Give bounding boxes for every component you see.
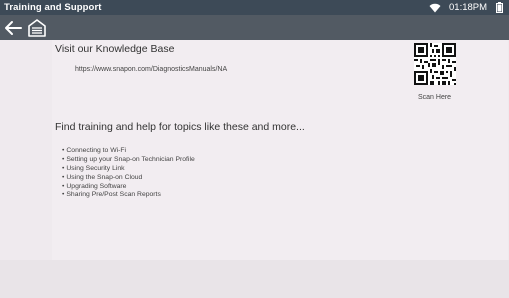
topic-list: Connecting to Wi-Fi Setting up your Snap… [62, 147, 195, 200]
topic-item: Using the Snap-on Cloud [62, 174, 195, 183]
topic-item: Sharing Pre/Post Scan Reports [62, 191, 195, 200]
toolbar [0, 15, 509, 40]
battery-icon [496, 2, 503, 13]
knowledge-base-url[interactable]: https://www.snapon.com/DiagnosticsManual… [75, 66, 227, 73]
clock: 01:18PM [449, 2, 488, 13]
qr-code-icon[interactable] [414, 43, 456, 85]
topic-item: Upgrading Software [62, 183, 195, 192]
wifi-icon [429, 3, 441, 13]
bottom-area [0, 260, 509, 298]
knowledge-base-title: Visit our Knowledge Base [55, 43, 175, 55]
topic-item: Using Security Link [62, 165, 195, 174]
topics-heading: Find training and help for topics like t… [55, 121, 305, 133]
qr-caption: Scan Here [418, 94, 452, 101]
app-title: Training and Support [4, 2, 102, 13]
topic-item: Setting up your Snap-on Technician Profi… [62, 156, 194, 165]
status-bar: Training and Support 01:18PM [0, 0, 509, 15]
topic-item: Connecting to Wi-Fi [62, 147, 195, 156]
home-garage-icon[interactable] [27, 18, 47, 38]
back-arrow-icon[interactable] [3, 19, 23, 37]
